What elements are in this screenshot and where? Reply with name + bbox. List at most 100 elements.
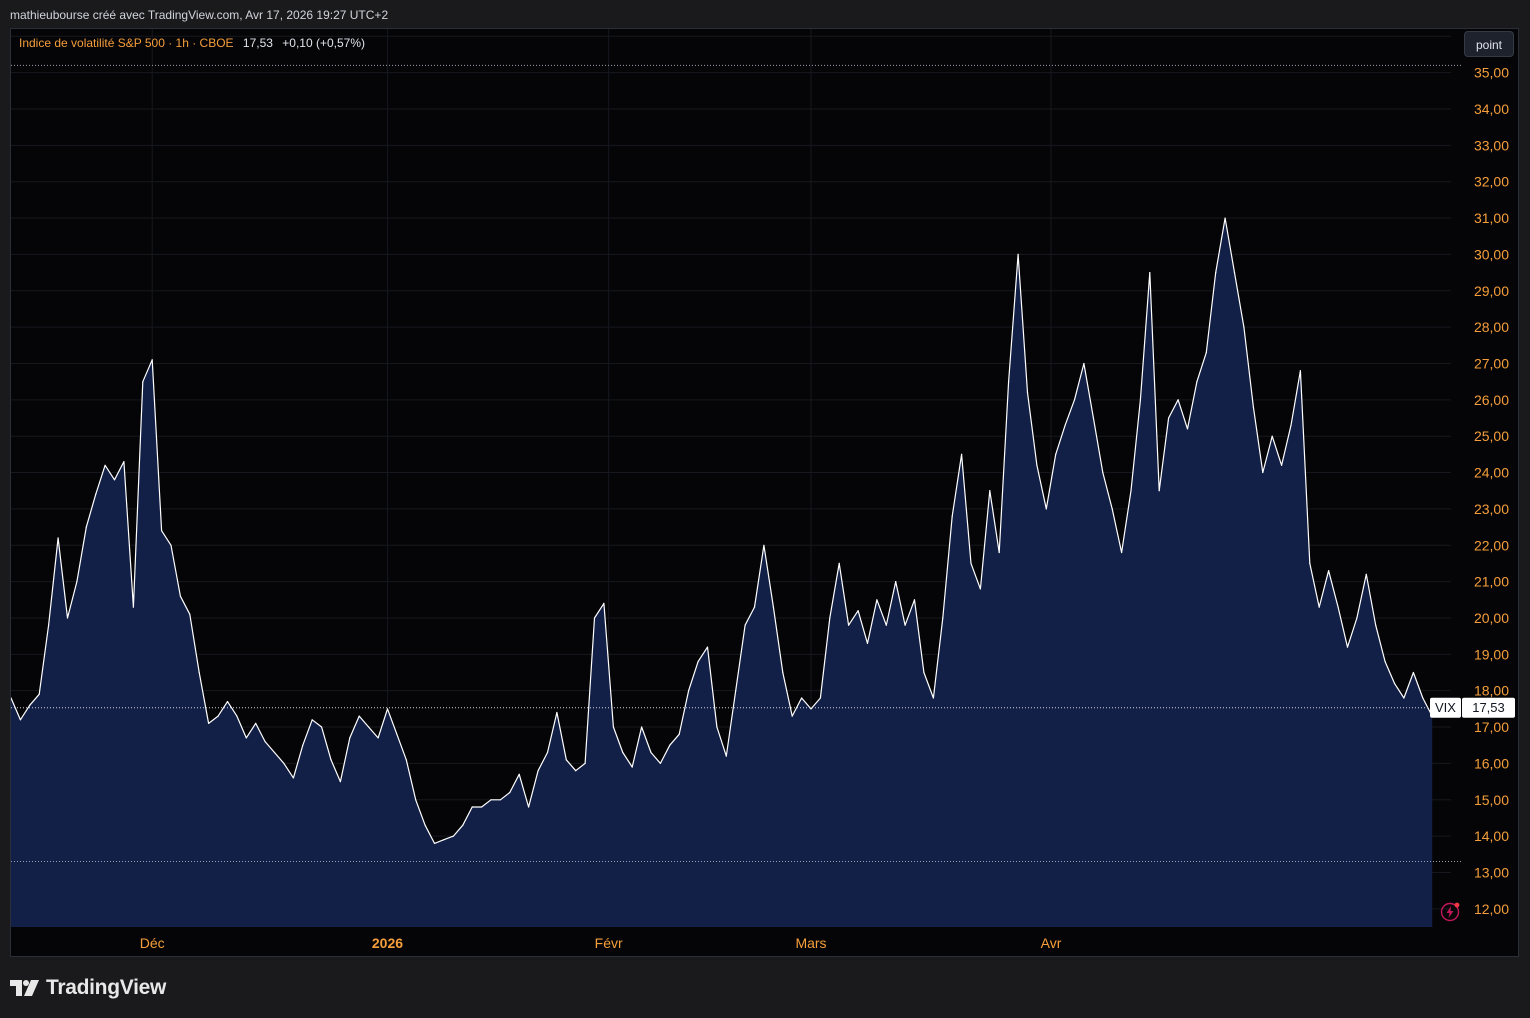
price-tag-value: 17,53 xyxy=(1472,700,1505,715)
symbol-label[interactable]: Indice de volatilité S&P 500 · 1h · CBOE xyxy=(19,36,234,50)
last-price: 17,53 xyxy=(242,36,273,50)
data-point xyxy=(433,842,436,845)
data-point xyxy=(368,726,370,728)
data-point xyxy=(179,595,181,597)
data-point xyxy=(1196,381,1198,383)
data-point xyxy=(556,711,558,714)
price-axis[interactable]: 12,00 13,00 14,00 15,00 16,00 17,00 18,00 19,00… xyxy=(1474,29,1509,917)
data-point xyxy=(123,461,125,463)
data-point xyxy=(1233,272,1236,274)
time-axis[interactable]: Déc 2026 Févr Mars Avr xyxy=(140,935,1062,951)
data-point xyxy=(1008,381,1010,383)
y-tick-label: 29,00 xyxy=(1474,283,1509,299)
data-point xyxy=(462,824,464,826)
data-point xyxy=(565,759,567,761)
data-point xyxy=(1017,253,1019,255)
data-point xyxy=(1045,508,1047,510)
data-point xyxy=(1168,417,1170,419)
data-point xyxy=(170,544,172,546)
data-point xyxy=(1318,606,1320,608)
data-point xyxy=(1393,682,1396,685)
data-point xyxy=(1102,471,1104,474)
data-point xyxy=(292,777,294,779)
data-point xyxy=(386,708,389,710)
price-change: +0,10 (+0,57%) xyxy=(282,36,366,50)
data-point xyxy=(772,606,775,608)
data-point xyxy=(264,741,266,743)
data-point xyxy=(603,602,605,605)
data-point xyxy=(1281,464,1283,466)
data-point xyxy=(349,737,351,739)
y-tick-label: 35,00 xyxy=(1474,65,1509,81)
y-tick-label: 32,00 xyxy=(1474,174,1509,190)
data-point xyxy=(979,588,982,590)
y-tick-label: 30,00 xyxy=(1474,246,1509,262)
y-tick-label: 16,00 xyxy=(1474,755,1509,771)
chart-panel[interactable]: Indice de volatilité S&P 500 · 1h · CBOE… xyxy=(10,28,1519,957)
data-point xyxy=(1121,551,1123,554)
data-point xyxy=(217,715,219,717)
data-point xyxy=(1073,399,1076,401)
data-point xyxy=(1403,697,1405,699)
y-tick-label: 18,00 xyxy=(1474,683,1509,699)
y-tick-label: 12,00 xyxy=(1474,901,1509,917)
data-point xyxy=(537,770,539,772)
data-point xyxy=(415,799,417,801)
data-point xyxy=(1365,573,1367,575)
data-point xyxy=(763,544,765,546)
y-tick-label: 34,00 xyxy=(1474,101,1509,117)
data-point xyxy=(76,581,78,583)
data-point xyxy=(1130,490,1132,492)
data-point xyxy=(471,806,473,808)
data-point xyxy=(688,690,690,692)
data-point xyxy=(866,642,869,645)
data-point xyxy=(1186,428,1189,430)
data-point xyxy=(970,562,972,565)
data-point xyxy=(236,715,238,717)
data-point xyxy=(452,835,454,837)
data-point xyxy=(904,624,906,626)
data-point xyxy=(132,606,134,608)
data-point xyxy=(801,697,803,699)
data-point xyxy=(321,726,323,728)
data-point xyxy=(584,762,586,765)
data-point xyxy=(546,751,549,754)
data-point xyxy=(1064,424,1066,426)
price-chart[interactable]: 12,00 13,00 14,00 15,00 16,00 17,00 18,00 19,00… xyxy=(11,29,1519,957)
data-point xyxy=(95,493,97,495)
y-tick-label: 22,00 xyxy=(1474,537,1509,553)
data-point xyxy=(1111,508,1113,510)
data-point xyxy=(838,562,840,565)
footer-brand[interactable]: TradingView xyxy=(10,975,166,1001)
data-point xyxy=(744,624,746,626)
tradingview-logo-icon xyxy=(10,980,39,996)
brand-name: TradingView xyxy=(46,976,167,999)
lightning-bolt-icon[interactable] xyxy=(1440,902,1460,922)
data-point xyxy=(302,744,304,746)
chart-legend: Indice de volatilité S&P 500 · 1h · CBOE… xyxy=(19,36,365,50)
data-point xyxy=(593,617,596,619)
y-tick-label: 31,00 xyxy=(1474,210,1509,226)
data-point xyxy=(989,490,991,492)
data-point xyxy=(1205,352,1207,354)
data-point xyxy=(1158,490,1160,492)
y-tick-label: 21,00 xyxy=(1474,574,1509,590)
data-point xyxy=(283,762,285,765)
data-point xyxy=(706,646,709,648)
data-point xyxy=(311,719,313,721)
data-point xyxy=(631,766,633,768)
scale-mode-button[interactable]: point xyxy=(1464,31,1514,57)
data-point xyxy=(273,751,276,754)
data-point xyxy=(1337,606,1339,608)
data-point xyxy=(641,726,643,728)
data-point xyxy=(1271,435,1273,437)
data-point xyxy=(48,624,50,626)
data-point xyxy=(481,806,483,808)
data-point xyxy=(650,751,652,754)
data-point xyxy=(791,715,793,717)
data-point xyxy=(1375,624,1377,626)
data-point xyxy=(405,759,407,761)
data-point xyxy=(1328,570,1330,572)
data-point xyxy=(142,381,144,383)
chart-attribution: mathieubourse créé avec TradingView.com,… xyxy=(10,8,389,22)
